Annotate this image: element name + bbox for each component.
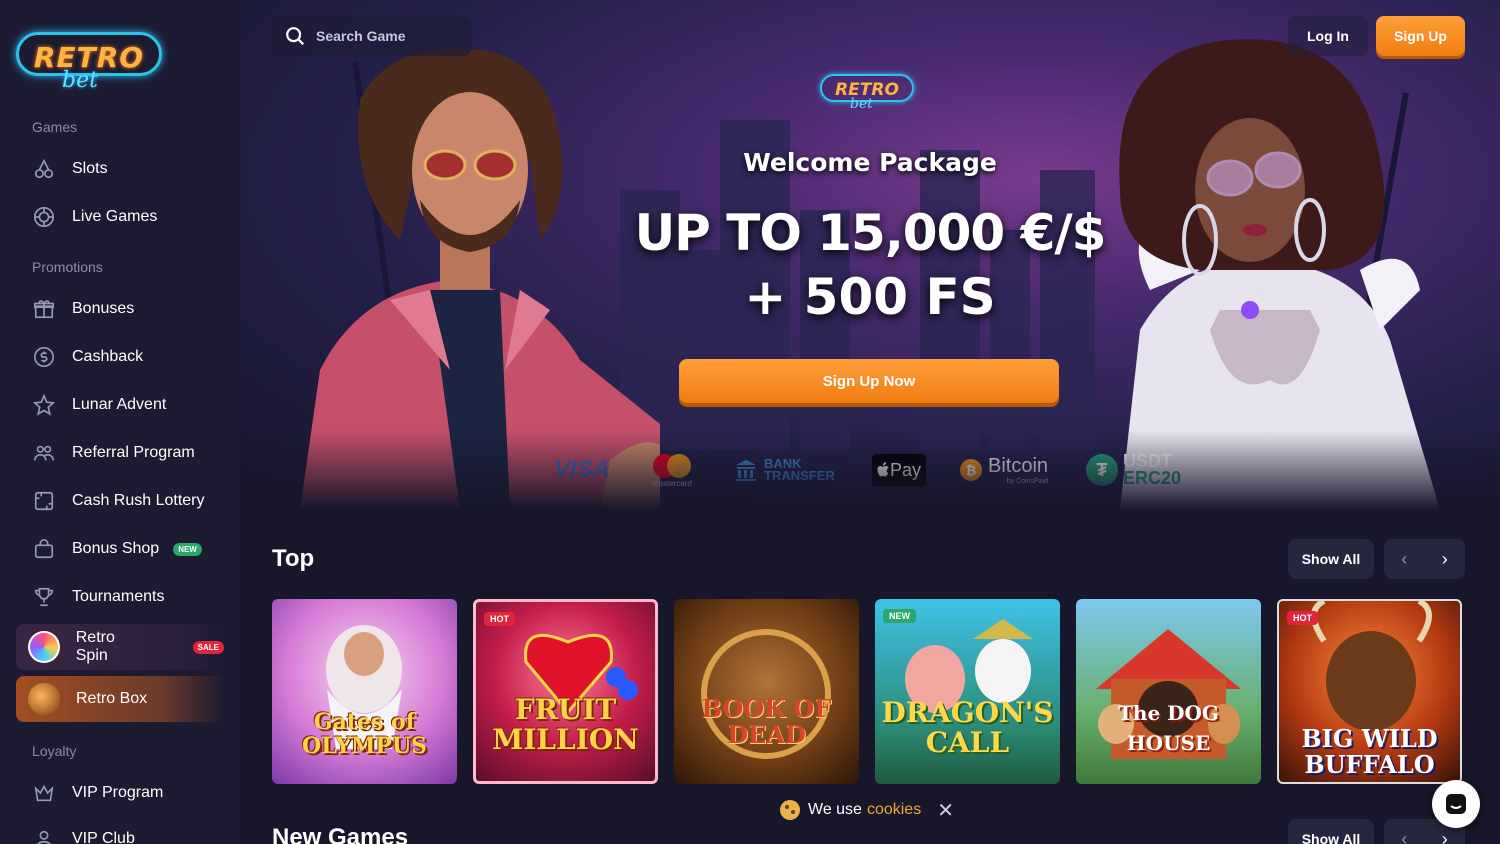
usdt-logo: ₮ USDT ERC20 [1086, 448, 1181, 492]
section-label-promotions: Promotions [32, 259, 103, 275]
gift-icon [32, 297, 56, 321]
trophy-icon [32, 585, 56, 609]
sidebar-item-label: Tournaments [72, 588, 165, 605]
star-icon [32, 393, 56, 417]
sale-badge: SALE [192, 640, 224, 654]
bonus-amount: UP TO 15,000 €/$ [634, 204, 1107, 262]
sidebar-item-live-games[interactable]: Live Games [32, 204, 157, 230]
chevron-left-icon[interactable]: ‹ [1384, 819, 1425, 844]
sidebar-item-cashback[interactable]: Cashback [32, 344, 143, 370]
hero-logo: RETRO bet [820, 72, 914, 112]
search-input[interactable]: Search Game [272, 16, 472, 56]
search-icon [286, 27, 305, 46]
chevron-right-icon[interactable]: › [1425, 539, 1466, 579]
game-tile[interactable]: HOT BIG WILD BUFFALO [1277, 599, 1462, 784]
sidebar-item-label: Live Games [72, 208, 158, 225]
sidebar-item-label: Bonuses [72, 300, 135, 317]
sidebar-item-label: Slots [72, 160, 108, 177]
free-spins: + 500 FS [744, 268, 996, 326]
dollar-refresh-icon [32, 345, 56, 369]
sidebar-item-referral-program[interactable]: Referral Program [32, 440, 195, 466]
login-button[interactable]: Log In [1288, 16, 1368, 56]
section-title-new-games: New Games [272, 824, 409, 844]
tether-icon: ₮ [1086, 454, 1118, 486]
cookies-link[interactable]: cookies [867, 801, 921, 819]
game-tile[interactable]: BOOK OF DEAD [674, 599, 859, 784]
apple-icon [877, 462, 889, 477]
ticket-icon [32, 489, 56, 513]
mastercard-logo: mastercard [650, 448, 694, 492]
mastercard-icon [653, 453, 691, 478]
hero-woman-illustration [1119, 39, 1440, 510]
cookie-icon [780, 800, 800, 820]
bank-transfer-logo: BANK TRANSFER [734, 448, 835, 492]
section-label-games: Games [32, 119, 78, 135]
section-title-top: Top [272, 545, 315, 572]
sidebar-item-lunar-advent[interactable]: Lunar Advent [32, 392, 166, 418]
sidebar-item-bonuses[interactable]: Bonuses [32, 296, 134, 322]
game-tile[interactable]: NEW DRAGON'S CALL [875, 599, 1060, 784]
close-icon[interactable]: ✕ [937, 798, 954, 823]
cherries-icon [32, 157, 56, 181]
hero-man-illustration [300, 48, 660, 510]
sidebar-item-retro-box[interactable]: Retro Box [16, 676, 224, 722]
sidebar-item-bonus-shop[interactable]: Bonus Shop NEW [32, 536, 202, 562]
game-tile[interactable]: The DOG HOUSE [1076, 599, 1261, 784]
bag-icon [32, 537, 56, 561]
sidebar-item-label: Bonus Shop [72, 540, 160, 557]
new-badge: NEW [173, 542, 202, 556]
welcome-heading: Welcome Package [743, 148, 997, 177]
bitcoin-icon: ₿ [960, 459, 982, 481]
bank-icon [736, 460, 756, 481]
cookie-notice: We use cookies ✕ [780, 796, 954, 824]
game-tile[interactable]: Gates of OLYMPUS [272, 599, 457, 784]
sidebar-item-label: Lunar Advent [72, 396, 167, 413]
hot-tag: HOT [1287, 611, 1318, 625]
sidebar-item-label: Cashback [72, 348, 144, 365]
sidebar-item-label: Referral Program [72, 444, 195, 461]
sidebar-item-label: Retro Box [76, 690, 148, 707]
sidebar-item-retro-spin[interactable]: Retro Spin SALE [16, 624, 224, 670]
sidebar-item-label: Retro Spin [75, 629, 115, 664]
sidebar-item-vip-program[interactable]: VIP Program [32, 780, 163, 806]
hot-tag: HOT [484, 612, 515, 626]
show-all-button[interactable]: Show All [1288, 539, 1374, 579]
hero-banner: Search Game Log In Sign Up RETRO bet Wel… [240, 0, 1500, 510]
signup-button[interactable]: Sign Up [1376, 16, 1465, 56]
poker-chip-icon [32, 205, 56, 229]
chat-icon [1446, 794, 1466, 814]
user-icon [32, 827, 56, 844]
main-content: Search Game Log In Sign Up RETRO bet Wel… [240, 0, 1500, 844]
logo-word-bet: bet [62, 68, 98, 93]
chevron-left-icon[interactable]: ‹ [1384, 539, 1425, 579]
crown-icon [32, 781, 56, 805]
sidebar-item-slots[interactable]: Slots [32, 156, 108, 182]
users-icon [32, 441, 56, 465]
apple-pay-logo: Pay [872, 448, 927, 492]
sidebar-item-vip-club[interactable]: VIP Club [32, 826, 135, 844]
section-label-loyalty: Loyalty [32, 743, 77, 759]
visa-logo: VISA [554, 456, 611, 483]
wheel-icon [28, 631, 60, 663]
sidebar-item-cash-rush-lottery[interactable]: Cash Rush Lottery [32, 488, 205, 514]
game-tile[interactable]: HOT FRUIT MILLION [473, 599, 658, 784]
signup-now-button[interactable]: Sign Up Now [679, 359, 1059, 403]
show-all-button[interactable]: Show All [1288, 819, 1374, 844]
new-tag: NEW [883, 609, 916, 623]
retrobet-logo[interactable]: RETRO bet [16, 28, 166, 93]
sidebar-item-label: Cash Rush Lottery [72, 492, 205, 509]
bitcoin-logo: ₿ Bitcoin by CoinsPaid [960, 448, 1048, 492]
carousel-arrows: ‹ › [1384, 539, 1465, 579]
sidebar-item-label: VIP Club [72, 830, 135, 844]
sidebar-item-label: VIP Program [72, 784, 164, 801]
search-placeholder: Search Game [316, 28, 406, 44]
logo-word-bet: bet [850, 96, 873, 112]
sidebar: RETRO bet Games Slots Live Games Promoti… [0, 0, 240, 844]
box-icon [28, 683, 60, 715]
chat-button[interactable] [1432, 780, 1480, 828]
sidebar-item-tournaments[interactable]: Tournaments [32, 584, 165, 610]
